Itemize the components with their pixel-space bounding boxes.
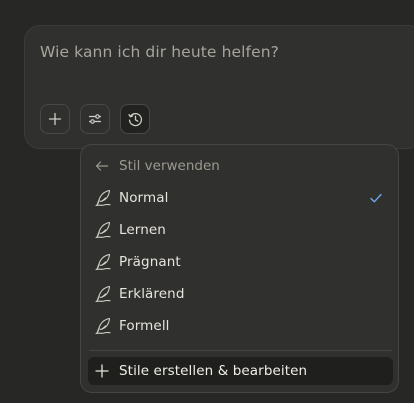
style-option-erklaerend[interactable]: Erklärend <box>89 280 392 308</box>
feather-icon <box>95 253 111 271</box>
tools-button[interactable] <box>80 104 110 134</box>
feather-icon <box>95 221 111 239</box>
add-content-button[interactable] <box>40 104 70 134</box>
style-option-label: Formell <box>119 318 170 334</box>
feather-icon <box>95 189 111 207</box>
style-option-label: Lernen <box>119 222 166 238</box>
back-label: Stil verwenden <box>119 158 220 174</box>
sliders-icon <box>88 114 102 124</box>
back-to-menu[interactable]: Stil verwenden <box>94 156 220 176</box>
style-option-label: Prägnant <box>119 254 181 270</box>
style-menu: Stil verwenden Normal Lernen Prägnant Er… <box>80 144 399 393</box>
create-edit-styles-button[interactable]: Stile erstellen & bearbeiten <box>88 357 393 385</box>
chat-composer: Wie kann ich dir heute helfen? <box>24 25 414 149</box>
feather-icon <box>95 285 111 303</box>
style-option-lernen[interactable]: Lernen <box>89 216 392 244</box>
message-input[interactable]: Wie kann ich dir heute helfen? <box>40 43 279 61</box>
style-option-label: Normal <box>119 190 169 206</box>
menu-divider <box>89 350 392 351</box>
style-button[interactable] <box>120 104 150 134</box>
create-edit-styles-label: Stile erstellen & bearbeiten <box>119 363 308 379</box>
style-option-label: Erklärend <box>119 286 185 302</box>
style-option-formell[interactable]: Formell <box>89 312 392 340</box>
page: Wie kann ich dir heute helfen? Stil verw… <box>0 0 414 403</box>
clock-history-icon <box>127 112 142 126</box>
arrow-left-icon <box>95 161 109 171</box>
feather-icon <box>95 317 111 335</box>
plus-icon <box>48 112 62 126</box>
style-option-normal[interactable]: Normal <box>89 184 392 212</box>
plus-icon <box>95 364 109 378</box>
style-option-praegnant[interactable]: Prägnant <box>89 248 392 276</box>
checkmark-icon <box>370 193 382 203</box>
